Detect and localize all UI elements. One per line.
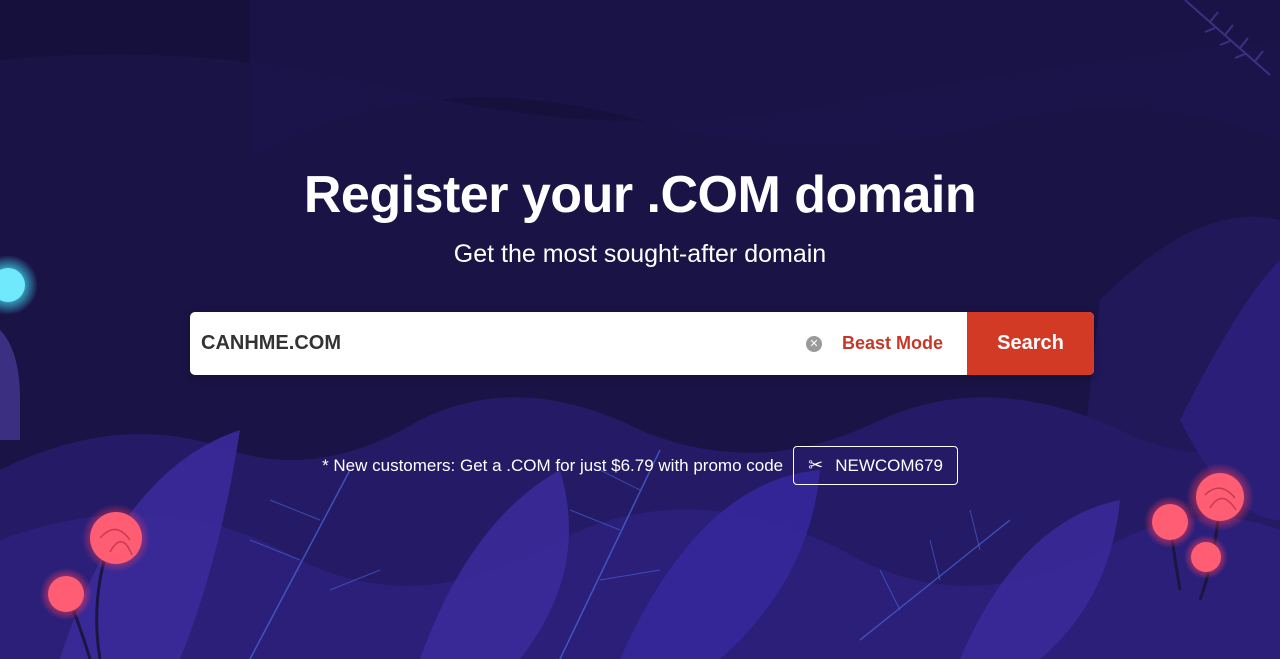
clear-icon[interactable]: ✕ — [805, 335, 822, 352]
promo-code-button[interactable]: ✂ NEWCOM679 — [793, 446, 958, 485]
beast-mode-link[interactable]: Beast Mode — [842, 333, 943, 354]
page-title: Register your .COM domain — [303, 166, 977, 224]
promo-code-label: NEWCOM679 — [835, 455, 943, 475]
promo-text: * New customers: Get a .COM for just $6.… — [322, 455, 784, 475]
scissors-icon: ✂ — [808, 455, 824, 475]
page-subtitle: Get the most sought-after domain — [453, 240, 827, 268]
promo-row: * New customers: Get a .COM for just $6.… — [0, 446, 1280, 485]
domain-search-input[interactable] — [190, 312, 806, 375]
domain-search-bar: ✕ Beast Mode Search — [190, 312, 1094, 375]
page-background: Register your .COM domain Get the most s… — [0, 0, 1280, 659]
search-button[interactable]: Search — [967, 312, 1094, 375]
